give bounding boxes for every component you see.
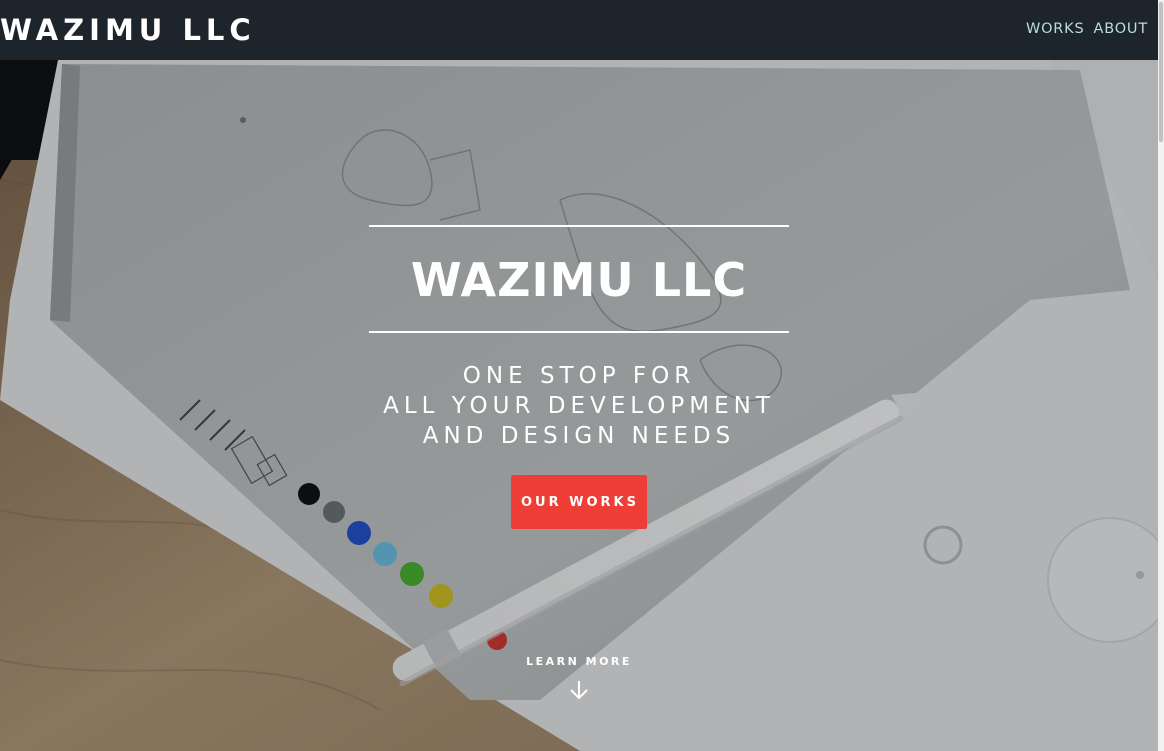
- nav-link-works[interactable]: WORKS: [1026, 21, 1085, 37]
- navbar: WAZIMU LLC WORKS ABOUT: [0, 0, 1158, 60]
- learn-more-link[interactable]: LEARN MORE: [0, 655, 1158, 702]
- page-scrollbar[interactable]: [1158, 0, 1164, 751]
- tagline-line: ALL YOUR DEVELOPMENT: [383, 393, 775, 419]
- scrollbar-thumb[interactable]: [1159, 2, 1163, 142]
- hero-title: WAZIMU LLC: [410, 253, 748, 307]
- learn-more-label: LEARN MORE: [526, 655, 632, 668]
- arrow-down-icon[interactable]: [567, 678, 591, 702]
- title-bottom-rule: [369, 331, 789, 333]
- hero-tagline: ONE STOP FOR ALL YOUR DEVELOPMENT AND DE…: [369, 361, 789, 451]
- brand-logo-link[interactable]: WAZIMU LLC: [0, 12, 256, 48]
- our-works-button[interactable]: OUR WORKS: [511, 475, 647, 529]
- nav-links: WORKS ABOUT: [1026, 21, 1148, 37]
- tagline-line: AND DESIGN NEEDS: [422, 423, 736, 449]
- hero-content: WAZIMU LLC ONE STOP FOR ALL YOUR DEVELOP…: [369, 225, 789, 529]
- nav-link-about[interactable]: ABOUT: [1094, 21, 1149, 37]
- hero-section: WAZIMU LLC ONE STOP FOR ALL YOUR DEVELOP…: [0, 60, 1158, 751]
- tagline-line: ONE STOP FOR: [462, 363, 696, 389]
- title-top-rule: [369, 225, 789, 227]
